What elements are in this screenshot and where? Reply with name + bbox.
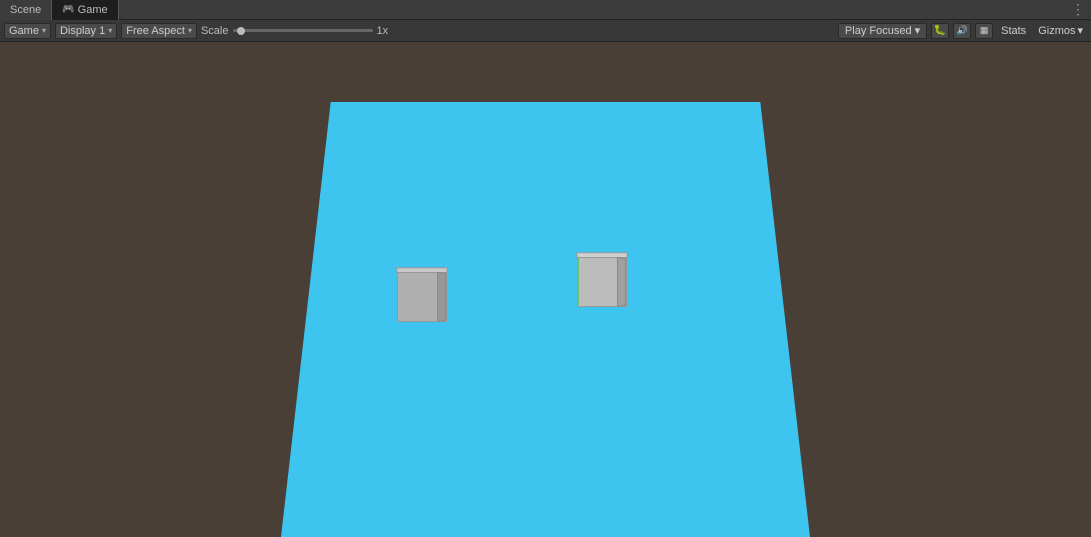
audio-icon: 🔊: [957, 25, 968, 36]
aspect-dropdown-arrow: ▾: [188, 26, 192, 35]
tab-scene-label: Scene: [10, 4, 41, 16]
cube-left-mesh: [392, 267, 447, 322]
display-dropdown-label: Display 1: [60, 25, 105, 37]
toolbar-right: 🔊 ▦ Stats Gizmos ▾: [953, 23, 1087, 39]
bug-icon-button[interactable]: 🐛: [931, 23, 949, 39]
scale-slider[interactable]: [233, 29, 373, 32]
play-focused-button[interactable]: Play Focused ▾: [838, 23, 927, 39]
scale-label: Scale: [201, 25, 229, 37]
tab-game-icon: 🎮: [62, 4, 74, 15]
more-icon: ⋮: [1071, 1, 1085, 17]
bug-icon: 🐛: [934, 25, 946, 36]
aspect-dropdown[interactable]: Free Aspect ▾: [121, 23, 197, 39]
gizmos-label: Gizmos: [1038, 25, 1075, 37]
floor-surface: [277, 102, 814, 537]
tab-bar: Scene 🎮 Game ⋮: [0, 0, 1091, 20]
aspect-dropdown-label: Free Aspect: [126, 25, 185, 37]
display-dropdown[interactable]: Display 1 ▾: [55, 23, 117, 39]
viewport: [0, 42, 1091, 537]
cube-left-right: [437, 272, 446, 322]
tab-game-label: Game: [78, 4, 108, 16]
game-dropdown-label: Game: [9, 25, 39, 37]
cube-left: [392, 267, 447, 322]
play-focused-label: Play Focused: [845, 25, 912, 37]
game-dropdown[interactable]: Game ▾: [4, 23, 51, 39]
tab-game[interactable]: 🎮 Game: [51, 0, 118, 20]
scale-section: Scale 1x: [201, 25, 388, 37]
cube-right-mesh: [572, 252, 627, 307]
gizmos-button[interactable]: Gizmos ▾: [1034, 23, 1087, 39]
game-area[interactable]: [277, 102, 814, 537]
cube-right-right: [617, 257, 626, 307]
display-dropdown-arrow: ▾: [108, 26, 112, 35]
grid-icon: ▦: [980, 25, 989, 36]
cube-right: [572, 252, 627, 307]
play-focused-arrow: ▾: [915, 24, 921, 37]
tab-more-button[interactable]: ⋮: [1065, 1, 1091, 18]
toolbar: Game ▾ Display 1 ▾ Free Aspect ▾ Scale 1…: [0, 20, 1091, 42]
audio-button[interactable]: 🔊: [953, 23, 971, 39]
stats-label: Stats: [1001, 25, 1026, 37]
scale-slider-dot: [237, 27, 245, 35]
scale-value: 1x: [377, 25, 389, 37]
game-dropdown-arrow: ▾: [42, 26, 46, 35]
gizmos-arrow: ▾: [1077, 24, 1083, 37]
stats-button[interactable]: Stats: [997, 23, 1030, 39]
tab-scene[interactable]: Scene: [0, 0, 51, 20]
grid-button[interactable]: ▦: [975, 23, 993, 39]
